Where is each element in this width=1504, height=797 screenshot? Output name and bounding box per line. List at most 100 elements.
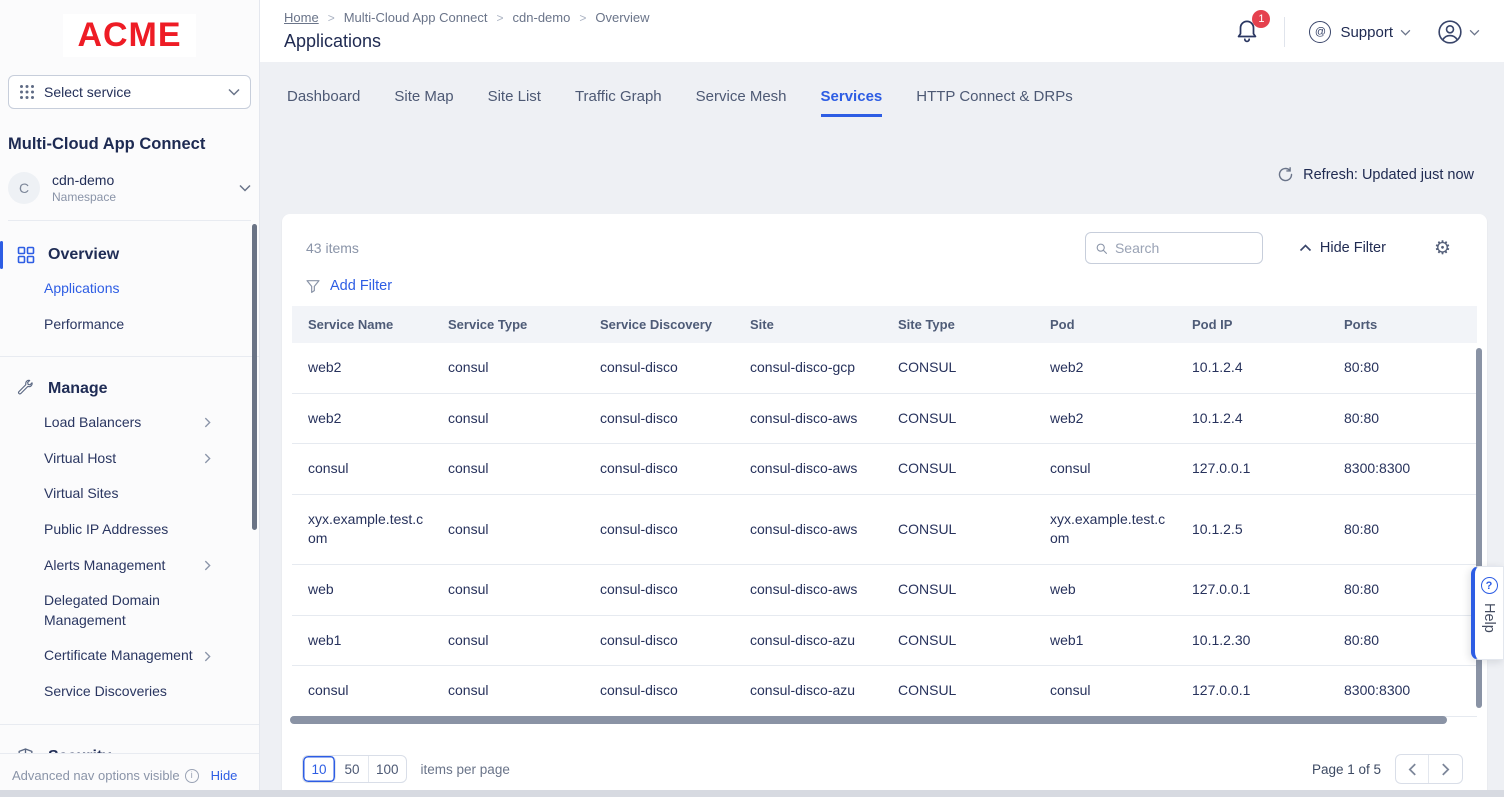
support-label: Support — [1340, 24, 1393, 41]
sidebar-item-virtual-host[interactable]: Virtual Host — [0, 441, 259, 477]
gear-icon[interactable]: ⚙ — [1434, 239, 1451, 258]
tab-traffic-graph[interactable]: Traffic Graph — [575, 88, 662, 117]
help-tab[interactable]: ? Help — [1471, 566, 1504, 660]
tab-site-list[interactable]: Site List — [488, 88, 541, 117]
table-cell: web2 — [292, 343, 432, 393]
shield-icon — [16, 747, 36, 753]
notifications-button[interactable]: 1 — [1234, 17, 1264, 47]
table-cell: CONSUL — [882, 343, 1034, 393]
sidebar-item-public-ip-addresses[interactable]: Public IP Addresses — [0, 512, 259, 548]
sidebar-section-security: Security — [0, 724, 259, 753]
sidebar-item-virtual-sites[interactable]: Virtual Sites — [0, 476, 259, 512]
table-cell: 127.0.0.1 — [1176, 666, 1328, 717]
sidebar-item-load-balancers[interactable]: Load Balancers — [0, 405, 259, 441]
app-launcher-icon — [19, 84, 35, 100]
table-cell: web1 — [292, 615, 432, 666]
hide-nav-button[interactable]: Hide — [211, 768, 238, 783]
table-cell: 10.1.2.4 — [1176, 343, 1328, 393]
acme-logo[interactable]: ACME — [63, 14, 195, 57]
next-page-button[interactable] — [1429, 755, 1462, 783]
logo-container: ACME — [0, 0, 259, 67]
select-service-dropdown[interactable]: Select service — [8, 75, 251, 109]
chevron-left-icon — [1408, 763, 1417, 776]
namespace-selector[interactable]: C cdn-demo Namespace — [8, 172, 251, 221]
sidebar-item-label: Alerts Management — [44, 556, 204, 576]
breadcrumb-item[interactable]: Home — [284, 10, 319, 25]
items-per-page-label: items per page — [421, 762, 510, 777]
overview-grid-icon — [16, 245, 36, 265]
sidebar-section-manage: Manage Load Balancers Virtual Host Virtual … — [0, 356, 259, 713]
table-cell: 80:80 — [1328, 393, 1477, 444]
table-cell: consul-disco — [584, 444, 734, 495]
sidebar-item-service-discoveries[interactable]: Service Discoveries — [0, 674, 259, 710]
tab-site-map[interactable]: Site Map — [394, 88, 453, 117]
app-root: ACME Select service Multi-Cloud App Conn… — [0, 0, 1504, 797]
table-row[interactable]: webconsulconsul-discoconsul-disco-awsCON… — [292, 564, 1477, 615]
sidebar-scrollbar[interactable] — [252, 224, 257, 530]
page-size-100[interactable]: 100 — [369, 756, 406, 782]
table-cell: web — [1034, 564, 1176, 615]
column-header: Service Type — [432, 306, 584, 343]
breadcrumb-item[interactable]: Overview — [595, 10, 649, 25]
table-row[interactable]: consulconsulconsul-discoconsul-disco-azu… — [292, 666, 1477, 717]
page-size-selector: 1050100 — [302, 755, 407, 783]
table-cell: consul — [432, 494, 584, 564]
table-cell: web — [292, 564, 432, 615]
sidebar-section-header-overview[interactable]: Overview — [0, 239, 259, 271]
page-size-50[interactable]: 50 — [336, 756, 369, 782]
previous-page-button[interactable] — [1396, 755, 1429, 783]
hide-filter-button[interactable]: Hide Filter — [1299, 240, 1386, 256]
column-header: Ports — [1328, 306, 1477, 343]
tab-http-connect-drps[interactable]: HTTP Connect & DRPs — [916, 88, 1072, 117]
sidebar-nav: Overview ApplicationsPerformance Manage Loa… — [0, 221, 259, 753]
sidebar-item-applications[interactable]: Applications — [0, 271, 259, 307]
table-row[interactable]: web1consulconsul-discoconsul-disco-azuCO… — [292, 615, 1477, 666]
sidebar-section-header-security[interactable]: Security — [0, 741, 259, 753]
table-cell: consul — [292, 666, 432, 717]
support-menu[interactable]: @ Support — [1309, 21, 1411, 43]
table-row[interactable]: xyx.example.test.comconsulconsul-discoco… — [292, 494, 1477, 564]
page-size-10[interactable]: 10 — [303, 756, 336, 782]
section-label: Overview — [48, 246, 119, 264]
page-horizontal-scrollbar[interactable] — [0, 790, 1504, 797]
refresh-label: Refresh: Updated just now — [1303, 167, 1474, 183]
table-cell: consul-disco-azu — [734, 666, 882, 717]
chevron-down-icon — [228, 88, 240, 96]
sidebar-item-label: Service Discoveries — [44, 682, 204, 702]
sidebar-item-certificate-management[interactable]: Certificate Management — [0, 638, 259, 674]
chevron-down-icon — [239, 184, 251, 192]
table-cell: consul-disco-azu — [734, 615, 882, 666]
sidebar-item-performance[interactable]: Performance — [0, 307, 259, 343]
tab-services[interactable]: Services — [821, 88, 883, 117]
breadcrumb-item[interactable]: cdn-demo — [513, 10, 571, 25]
wrench-icon — [16, 379, 36, 399]
table-cell: consul — [432, 343, 584, 393]
tab-dashboard[interactable]: Dashboard — [287, 88, 360, 117]
sidebar-item-label: Load Balancers — [44, 413, 204, 433]
tab-service-mesh[interactable]: Service Mesh — [696, 88, 787, 117]
table-toolbar: 43 items Hide Filter ⚙ — [282, 214, 1487, 264]
table-row[interactable]: consulconsulconsul-discoconsul-disco-aws… — [292, 444, 1477, 495]
namespace-name: cdn-demo — [52, 172, 239, 188]
breadcrumb-item[interactable]: Multi-Cloud App Connect — [344, 10, 488, 25]
table-row[interactable]: web2consulconsul-discoconsul-disco-awsCO… — [292, 393, 1477, 444]
search-input[interactable] — [1115, 240, 1253, 256]
sidebar-item-delegated-domain-management[interactable]: Delegated Domain Management — [0, 583, 259, 638]
pagination-bar: 1050100 items per page Page 1 of 5 — [302, 754, 1463, 784]
account-menu[interactable] — [1437, 19, 1480, 45]
namespace-avatar: C — [8, 172, 40, 204]
add-filter-button[interactable]: Add Filter — [282, 264, 1487, 306]
sidebar-item-alerts-management[interactable]: Alerts Management — [0, 548, 259, 584]
table-cell: consul — [432, 444, 584, 495]
info-icon[interactable]: i — [185, 769, 199, 783]
table-cell: 80:80 — [1328, 564, 1477, 615]
sidebar-section-header-manage[interactable]: Manage — [0, 373, 259, 405]
product-title: Multi-Cloud App Connect — [8, 135, 251, 154]
sidebar-item-label: Virtual Host — [44, 449, 204, 469]
account-icon — [1437, 19, 1463, 45]
horizontal-scrollbar[interactable] — [290, 716, 1447, 724]
table-cell: consul-disco-aws — [734, 393, 882, 444]
table-cell: consul-disco-aws — [734, 444, 882, 495]
refresh-button[interactable]: Refresh: Updated just now — [1277, 166, 1474, 183]
table-row[interactable]: web2consulconsul-discoconsul-disco-gcpCO… — [292, 343, 1477, 393]
